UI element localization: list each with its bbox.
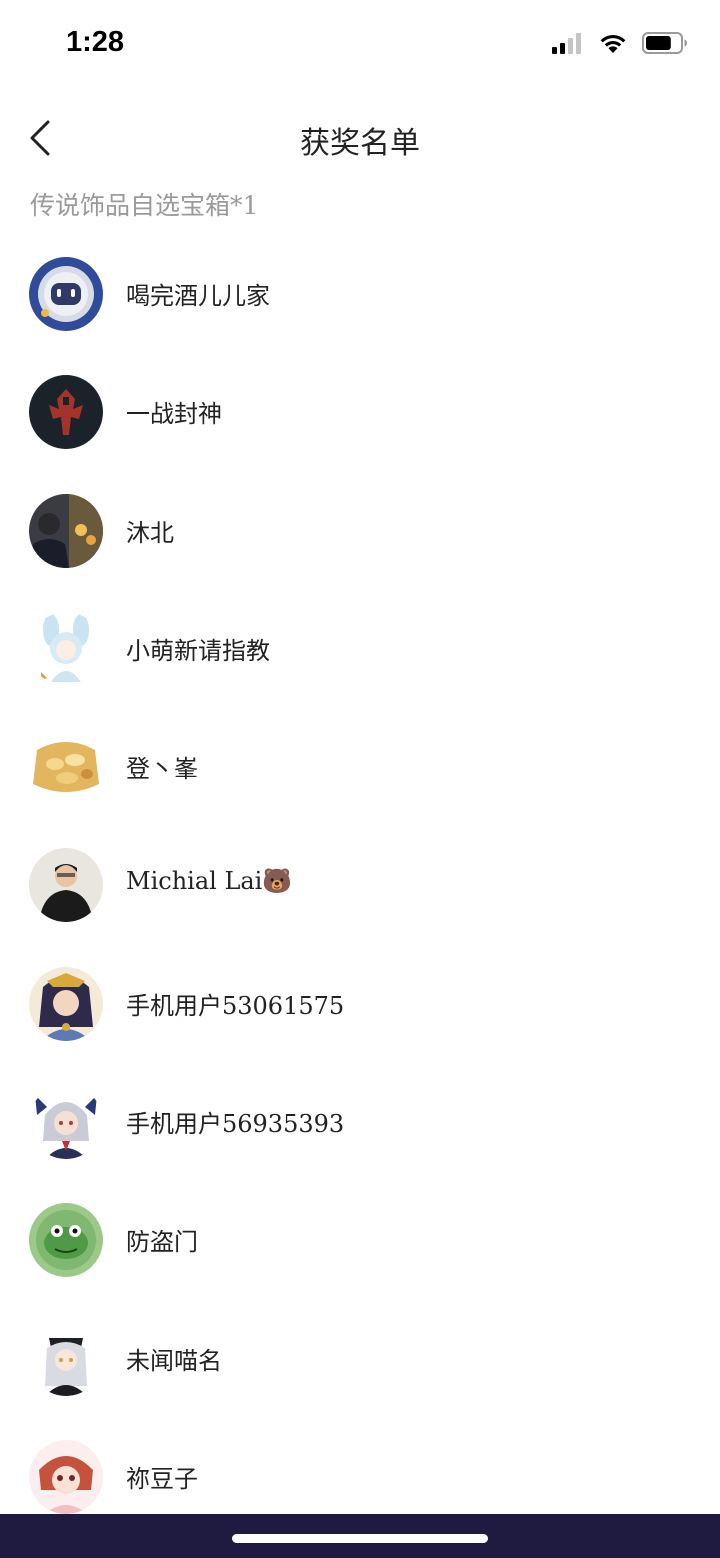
winner-name: 喝完酒儿儿家 (126, 282, 270, 310)
anime-soldier-avatar (29, 1321, 103, 1396)
green-frog-avatar (29, 1203, 103, 1278)
cellular-signal-icon (552, 33, 581, 54)
winner-name: 祢豆子 (126, 1464, 198, 1493)
robot-avatar (29, 257, 103, 331)
anime-red-hair-avatar (29, 1439, 103, 1514)
list-item[interactable]: 一战封神 (0, 354, 720, 472)
winner-name: 登丶峯 (126, 755, 198, 784)
winner-name: 未闻喵名 (126, 1346, 222, 1375)
status-icons (552, 32, 688, 54)
prize-section-title: 传说饰品自选宝箱*1 (30, 191, 259, 220)
winner-name: 手机用户56935393 (126, 1110, 345, 1139)
winner-name: 沐北 (126, 518, 174, 547)
winner-name: 手机用户53061575 (126, 991, 345, 1020)
list-item[interactable]: 小萌新请指教 (0, 591, 720, 709)
page-title: 获奖名单 (300, 126, 420, 161)
list-item[interactable]: 未闻喵名 (0, 1301, 720, 1419)
winner-name: 一战封神 (126, 400, 222, 429)
status-bar: 1:28 (0, 0, 720, 90)
winner-name: Michial Lai🐻 (126, 867, 293, 896)
man-portrait-avatar (29, 848, 103, 923)
winner-name: 小萌新请指教 (126, 636, 270, 665)
winners-list: 喝完酒儿儿家 一战封神 沐北 小萌新请指教 登丶峯 Michial Lai🐻 手… (0, 236, 720, 1537)
list-item[interactable]: 防盗门 (0, 1182, 720, 1300)
list-item[interactable]: 喝完酒儿儿家 (0, 236, 720, 354)
list-item[interactable]: Michial Lai🐻 (0, 827, 720, 945)
battery-icon (642, 32, 687, 54)
list-item[interactable]: 登丶峯 (0, 709, 720, 827)
list-item[interactable]: 手机用户56935393 (0, 1064, 720, 1182)
status-time: 1:28 (66, 26, 125, 58)
winner-name: 防盗门 (126, 1228, 198, 1257)
anime-girl-avatar (29, 966, 103, 1041)
list-item[interactable]: 沐北 (0, 473, 720, 591)
wifi-icon (600, 35, 626, 53)
home-bar (0, 1514, 720, 1558)
list-item[interactable]: 手机用户53061575 (0, 946, 720, 1064)
bunny-hood-avatar (29, 611, 103, 686)
food-avatar (29, 730, 103, 805)
home-indicator[interactable] (232, 1534, 488, 1543)
anime-silver-hair-avatar (29, 1085, 103, 1160)
photo-avatar (29, 493, 103, 568)
horde-emblem-avatar (29, 375, 103, 450)
nav-header: 获奖名单 (0, 100, 720, 176)
